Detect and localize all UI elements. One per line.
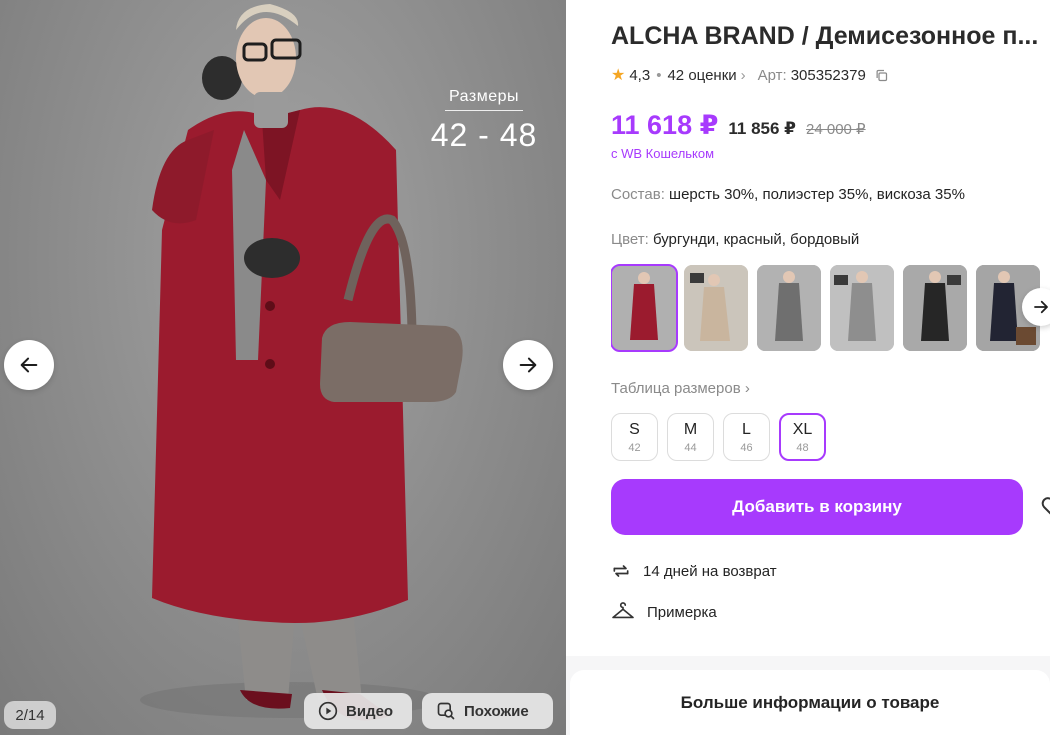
composition-label: Состав: xyxy=(611,186,665,203)
price-wallet: 11 618 ₽ xyxy=(611,110,719,140)
fitting-info: Примерка xyxy=(611,602,717,622)
swatch-thumbnail xyxy=(684,265,748,351)
size-label: L xyxy=(742,420,751,438)
fitting-text: Примерка xyxy=(647,603,717,621)
swatch-beige[interactable] xyxy=(684,265,748,351)
similar-button[interactable]: Похожие xyxy=(422,693,553,729)
add-to-cart-button[interactable]: Добавить в корзину xyxy=(611,479,1023,535)
swatch-burgundy[interactable] xyxy=(611,264,678,352)
price-current: 11 856 ₽ xyxy=(728,119,797,138)
arrow-left-icon xyxy=(20,357,38,373)
size-label: M xyxy=(683,420,698,438)
return-icon xyxy=(613,565,629,577)
favorite-icon[interactable] xyxy=(1040,494,1050,518)
video-button[interactable]: Видео xyxy=(304,693,412,729)
size-ru: 42 xyxy=(628,441,641,454)
rating-value: 4,3 xyxy=(629,66,651,84)
price-block: 11 618 ₽ 11 856 ₽ 24 000 ₽ xyxy=(611,110,866,141)
size-overlay: Размеры 42 - 48 xyxy=(428,88,540,154)
arrow-right-icon xyxy=(1034,300,1048,314)
size-label: S xyxy=(629,420,640,438)
color-info: Цвет: бургунди, красный, бордовый xyxy=(611,231,859,248)
wallet-note: с WB Кошельком xyxy=(611,146,715,161)
play-icon xyxy=(318,701,338,721)
size-option-selected[interactable]: XL 48 xyxy=(779,413,826,461)
arrow-right-icon xyxy=(519,357,537,373)
color-label: Цвет: xyxy=(611,231,649,248)
product-gallery[interactable]: Размеры 42 - 48 2/14 Видео Похожие xyxy=(0,0,566,735)
swatch-thumbnail xyxy=(757,265,821,351)
similar-button-label: Похожие xyxy=(464,702,529,720)
size-table-label: Таблица размеров xyxy=(611,380,741,397)
hanger-icon xyxy=(612,602,634,619)
swatch-thumbnail xyxy=(830,265,894,351)
size-ru: 44 xyxy=(684,441,697,454)
price-old: 24 000 ₽ xyxy=(806,121,866,138)
return-policy: 14 дней на возврат xyxy=(611,561,777,581)
size-ru: 46 xyxy=(740,441,753,454)
swatch-light-grey[interactable] xyxy=(830,265,894,351)
separator-dot: • xyxy=(656,66,662,84)
gallery-counter: 2/14 xyxy=(4,701,56,729)
gallery-next-button[interactable] xyxy=(503,340,553,390)
chevron-right-icon: › xyxy=(744,380,750,397)
size-option[interactable]: S 42 xyxy=(611,413,658,461)
more-info-button[interactable]: Больше информации о товаре xyxy=(570,670,1050,735)
size-overlay-label: Размеры xyxy=(445,88,523,111)
color-value: бургунди, красный, бордовый xyxy=(652,231,860,248)
chevron-right-icon: › xyxy=(740,66,746,84)
composition: Состав: шерсть 30%, полиэстер 35%, виско… xyxy=(611,186,965,203)
swatch-grey[interactable] xyxy=(757,265,821,351)
product-meta: ★ 4,3 • 42 оценки › Арт: 305352379 xyxy=(611,65,889,85)
return-text: 14 дней на возврат xyxy=(643,562,777,580)
size-option[interactable]: L 46 xyxy=(723,413,770,461)
swatch-black[interactable] xyxy=(903,265,967,351)
video-button-label: Видео xyxy=(346,702,394,720)
star-icon: ★ xyxy=(611,67,626,84)
size-label: XL xyxy=(792,420,813,438)
color-swatches xyxy=(611,264,1050,352)
article-label: Арт: xyxy=(757,66,787,84)
size-option[interactable]: M 44 xyxy=(667,413,714,461)
reviews-link[interactable]: 42 оценки xyxy=(667,67,736,84)
size-ru: 48 xyxy=(796,441,809,454)
product-title: ALCHA BRAND / Демисезонное п... xyxy=(611,22,1039,50)
size-table-link[interactable]: Таблица размеров › xyxy=(611,380,750,397)
swatch-thumbnail xyxy=(612,266,676,350)
article-number: 305352379 xyxy=(790,66,866,84)
gallery-prev-button[interactable] xyxy=(4,340,54,390)
size-selector: S 42 M 44 L 46 XL 48 xyxy=(611,413,826,461)
swatch-thumbnail xyxy=(903,265,967,351)
similar-search-icon xyxy=(437,702,455,720)
size-overlay-value: 42 - 48 xyxy=(430,117,538,153)
composition-value: шерсть 30%, полиэстер 35%, вискоза 35% xyxy=(669,186,965,203)
copy-icon[interactable] xyxy=(874,68,889,83)
